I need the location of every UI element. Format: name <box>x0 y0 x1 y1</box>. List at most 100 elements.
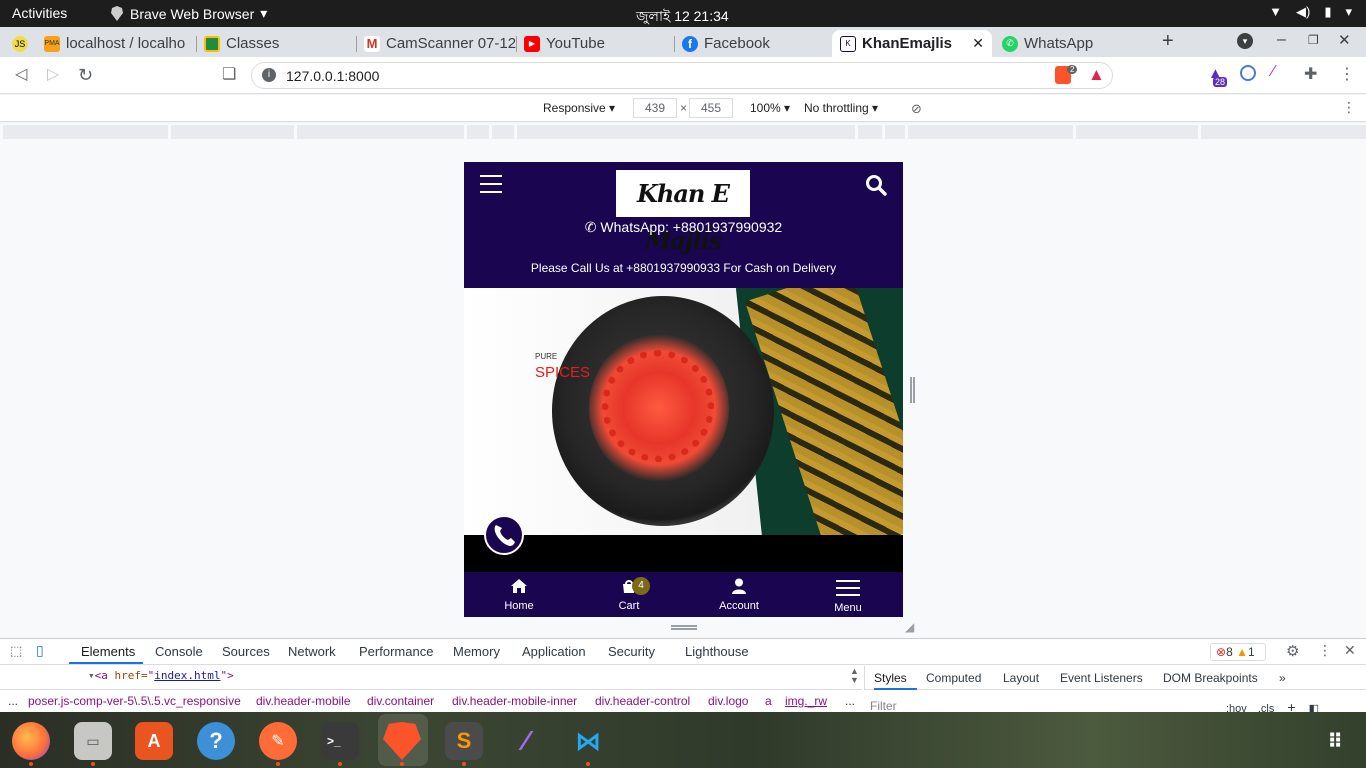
viewport-height-input[interactable]: 455 <box>689 98 733 118</box>
tab-gmail[interactable]: M CamScanner 07-12 <box>356 30 516 57</box>
browser-menu-icon[interactable]: ⋮ <box>1339 64 1355 84</box>
sublime-text-icon[interactable]: S <box>445 722 483 760</box>
viewport-resize-corner-icon[interactable]: ◢ <box>905 620 914 634</box>
site-info-icon[interactable]: i <box>262 68 276 82</box>
forward-icon[interactable]: ▷ <box>47 66 59 84</box>
breadcrumb-item[interactable]: ... <box>845 694 855 708</box>
files-icon[interactable]: ▭ <box>74 722 112 760</box>
tab-youtube[interactable]: ▶ YouTube <box>516 30 674 57</box>
tab-khanemajlis[interactable]: K KhanEmajlis ✕ <box>832 30 992 57</box>
breadcrumb-item[interactable]: div.header-control <box>595 694 690 708</box>
hamburger-menu-icon[interactable] <box>480 175 502 193</box>
devtools-tab-elements[interactable]: Elements <box>81 644 135 659</box>
styles-tab-computed[interactable]: Computed <box>926 671 981 685</box>
devtools-tab-performance[interactable]: Performance <box>359 644 433 659</box>
dom-tree-node[interactable]: ▾<a href="index.html"> <box>88 669 234 682</box>
inspect-element-icon[interactable]: ⬚ <box>10 643 22 659</box>
tab-pinned-js[interactable]: JS <box>4 30 32 57</box>
postman-icon[interactable]: ✎ <box>259 722 297 760</box>
tab-classes[interactable]: Classes <box>196 30 356 57</box>
restore-icon[interactable]: ❐ <box>1308 33 1319 47</box>
device-select[interactable]: Responsive ▾ <box>543 101 615 115</box>
styles-filter-input[interactable]: Filter <box>870 699 897 713</box>
extension-feather-icon[interactable]: ⁄ <box>1272 63 1275 81</box>
hero-banner[interactable]: PURE SPICES <box>464 288 903 535</box>
close-tab-icon[interactable]: ✕ <box>972 35 984 52</box>
system-tray[interactable]: ▼ ◀) ▮ ▾ <box>1269 4 1352 20</box>
viewport-resize-handle-bottom[interactable] <box>671 625 697 630</box>
back-icon[interactable]: ◁ <box>15 66 27 84</box>
clock[interactable]: জুলাই 12 21:34 <box>636 5 729 29</box>
extension-circle-icon[interactable] <box>1240 65 1256 81</box>
nav-home[interactable]: Home <box>464 572 574 617</box>
breadcrumb-item[interactable]: img._rw <box>785 694 827 708</box>
breadcrumb-item[interactable]: poser.js-comp-ver-5\.5\.5.vc_responsive <box>28 694 241 708</box>
brave-rewards-icon[interactable]: ▲ <box>1088 65 1105 85</box>
firefox-icon[interactable] <box>12 722 50 760</box>
activities-button[interactable]: Activities <box>12 5 67 21</box>
close-devtools-icon[interactable]: ✕ <box>1344 642 1356 659</box>
throttle-select[interactable]: No throttling ▾ <box>804 101 878 115</box>
site-logo[interactable]: Khan E Majlis <box>616 170 750 255</box>
tab-whatsapp[interactable]: ✆ WhatsApp <box>994 30 1149 57</box>
settings-gear-icon[interactable]: ⚙ <box>1286 642 1299 660</box>
nav-menu[interactable]: Menu <box>793 572 903 617</box>
whatsapp-icon: ✆ <box>584 219 597 235</box>
software-center-icon[interactable]: A <box>135 722 173 760</box>
reload-icon[interactable]: ↻ <box>78 66 93 84</box>
issues-counter[interactable]: ⊗8 ▲1 <box>1210 643 1266 661</box>
devtools-tab-lighthouse[interactable]: Lighthouse <box>685 644 749 659</box>
zoom-select[interactable]: 100% ▾ <box>750 101 790 115</box>
breadcrumb-item[interactable]: div.logo <box>708 694 748 708</box>
call-button[interactable] <box>484 515 524 555</box>
breadcrumb-item[interactable]: ... <box>8 694 18 708</box>
media-query-bar[interactable] <box>0 123 1366 140</box>
devtools-tab-security[interactable]: Security <box>608 644 655 659</box>
bookmark-icon[interactable]: ❏ <box>222 66 236 84</box>
search-icon[interactable] <box>865 174 887 196</box>
close-window-icon[interactable]: ✕ <box>1338 31 1351 49</box>
devtools-more-icon[interactable]: ⋮ <box>1318 642 1332 659</box>
battery-icon: ▮ <box>1324 4 1332 19</box>
viewport-resize-handle-right[interactable] <box>910 377 915 403</box>
styles-tab-dom-breakpoints[interactable]: DOM Breakpoints <box>1163 671 1258 685</box>
tab-label: CamScanner 07-12 <box>386 35 516 52</box>
devtools-tab-memory[interactable]: Memory <box>453 644 500 659</box>
tab-search-icon[interactable]: ▾ <box>1237 33 1253 49</box>
styles-tab-layout[interactable]: Layout <box>1003 671 1039 685</box>
tab-phpmyadmin[interactable]: PMA localhost / localho <box>36 30 196 57</box>
dom-attr-value[interactable]: index.html <box>154 669 220 682</box>
styles-tab-more[interactable]: » <box>1279 671 1286 685</box>
whatsapp-contact[interactable]: ✆ WhatsApp: +8801937990932 <box>464 219 903 236</box>
devtools-tab-sources[interactable]: Sources <box>222 644 270 659</box>
help-icon[interactable]: ? <box>197 722 235 760</box>
address-bar[interactable]: i 127.0.0.1:8000 <box>251 62 1113 89</box>
nav-label: Account <box>719 600 759 612</box>
scroll-arrows-icon[interactable]: ▲ ▼ <box>850 667 859 685</box>
expand-triangle-icon[interactable]: ▾ <box>88 669 95 682</box>
breadcrumb-item[interactable]: div.header-mobile <box>256 694 351 708</box>
feather-app-icon[interactable]: ⁄ <box>507 722 545 760</box>
terminal-icon[interactable]: >_ <box>321 722 359 760</box>
breadcrumb-item[interactable]: div.container <box>367 694 434 708</box>
breadcrumb-item[interactable]: div.header-mobile-inner <box>452 694 577 708</box>
tab-facebook[interactable]: f Facebook <box>674 30 832 57</box>
device-toolbar-more-icon[interactable]: ⋮ <box>1342 99 1356 116</box>
nav-cart[interactable]: Cart <box>574 572 684 617</box>
styles-tab-event-listeners[interactable]: Event Listeners <box>1060 671 1143 685</box>
devtools-tab-console[interactable]: Console <box>155 644 203 659</box>
extensions-puzzle-icon[interactable]: ✚ <box>1304 64 1317 84</box>
styles-tab-styles[interactable]: Styles <box>874 671 907 685</box>
new-tab-plus-icon[interactable]: + <box>1162 30 1174 53</box>
breadcrumb-item[interactable]: a <box>765 694 772 708</box>
app-grid-icon[interactable]: ⠿ <box>1316 722 1354 760</box>
vscode-icon[interactable]: ⋈ <box>569 722 607 760</box>
nav-account[interactable]: Account <box>684 572 794 617</box>
app-menu[interactable]: Brave Web Browser ▾ <box>110 5 267 22</box>
devtools-tab-network[interactable]: Network <box>288 644 336 659</box>
device-toggle-icon[interactable]: ▯ <box>36 642 44 659</box>
minimize-icon[interactable]: – <box>1277 31 1286 49</box>
rotate-icon[interactable]: ⊘ <box>911 101 922 117</box>
viewport-width-input[interactable]: 439 <box>633 98 677 118</box>
devtools-tab-application[interactable]: Application <box>522 644 586 659</box>
